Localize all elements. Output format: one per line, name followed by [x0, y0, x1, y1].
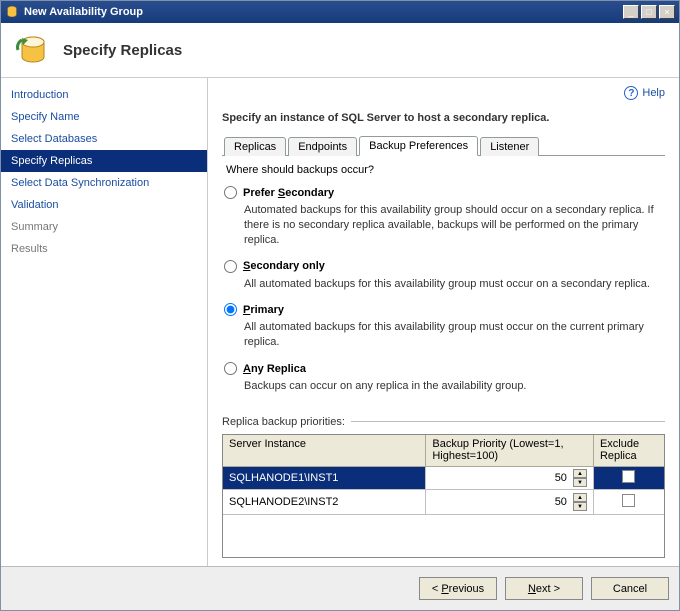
divider [351, 421, 665, 422]
instruction-text: Specify an instance of SQL Server to hos… [222, 112, 665, 124]
sidebar-item-specify-name[interactable]: Specify Name [1, 106, 207, 128]
titlebar-left: New Availability Group [5, 5, 143, 19]
backup-option-desc: All automated backups for this availabil… [244, 277, 663, 292]
sidebar-item-summary[interactable]: Summary [1, 216, 207, 238]
cell-server-instance[interactable]: SQLHANODE1\INST1 [223, 467, 426, 490]
priorities-heading: Replica backup priorities: [222, 416, 665, 428]
backup-option-label: Secondary only [243, 260, 325, 272]
backup-option-radio[interactable] [224, 260, 237, 273]
table-row[interactable]: SQLHANODE2\INST250▲▼ [223, 490, 664, 515]
help-link[interactable]: Help [642, 87, 665, 99]
backup-option: Secondary only All automated backups for … [224, 260, 663, 292]
cancel-button[interactable]: Cancel [591, 577, 669, 600]
cell-backup-priority[interactable]: 50▲▼ [426, 467, 594, 490]
priorities-grid: Server Instance Backup Priority (Lowest=… [222, 434, 665, 558]
sidebar: IntroductionSpecify NameSelect Databases… [1, 78, 208, 566]
window-title: New Availability Group [24, 6, 143, 18]
sidebar-item-introduction[interactable]: Introduction [1, 84, 207, 106]
backup-option-radio[interactable] [224, 303, 237, 316]
cell-exclude-replica[interactable] [593, 467, 664, 490]
wizard-body: IntroductionSpecify NameSelect Databases… [1, 78, 679, 566]
tab-listener[interactable]: Listener [480, 137, 539, 156]
priority-value: 50 [432, 472, 571, 484]
sidebar-item-specify-replicas[interactable]: Specify Replicas [1, 150, 207, 172]
page-title: Specify Replicas [63, 42, 182, 59]
priorities-label: Replica backup priorities: [222, 416, 345, 428]
header-icon [11, 30, 51, 70]
sidebar-item-results[interactable]: Results [1, 238, 207, 260]
close-button[interactable]: × [659, 5, 675, 19]
app-icon [5, 5, 19, 19]
backup-options: Prefer Secondary Automated backups for th… [224, 186, 663, 406]
backup-option: Prefer Secondary Automated backups for th… [224, 186, 663, 248]
sidebar-item-select-databases[interactable]: Select Databases [1, 128, 207, 150]
col-backup-priority[interactable]: Backup Priority (Lowest=1, Highest=100) [426, 435, 594, 467]
backup-option-label: Prefer Secondary [243, 187, 334, 199]
tab-replicas[interactable]: Replicas [224, 137, 286, 156]
backup-option: Primary All automated backups for this av… [224, 303, 663, 350]
backup-option-radio[interactable] [224, 186, 237, 199]
help-row: ? Help [222, 86, 665, 100]
tab-strip: ReplicasEndpointsBackup PreferencesListe… [222, 136, 665, 156]
exclude-checkbox[interactable] [622, 470, 635, 483]
cell-exclude-replica[interactable] [593, 490, 664, 515]
backup-option-radio[interactable] [224, 362, 237, 375]
cell-backup-priority[interactable]: 50▲▼ [426, 490, 594, 515]
exclude-checkbox[interactable] [622, 494, 635, 507]
col-server-instance[interactable]: Server Instance [223, 435, 426, 467]
tab-endpoints[interactable]: Endpoints [288, 137, 357, 156]
wizard-footer: < Previous Next > Cancel [1, 566, 679, 610]
previous-button[interactable]: < Previous [419, 577, 497, 600]
next-button[interactable]: Next > [505, 577, 583, 600]
spin-up-icon[interactable]: ▲ [573, 493, 587, 502]
backup-option-desc: Automated backups for this availability … [244, 203, 663, 248]
table-row[interactable]: SQLHANODE1\INST150▲▼ [223, 467, 664, 490]
wizard-header: Specify Replicas [1, 23, 679, 78]
backup-option-desc: All automated backups for this availabil… [244, 320, 663, 350]
cell-server-instance[interactable]: SQLHANODE2\INST2 [223, 490, 426, 515]
backup-option-desc: Backups can occur on any replica in the … [244, 379, 663, 394]
help-icon: ? [624, 86, 638, 100]
titlebar: New Availability Group _ □ × [1, 1, 679, 23]
tab-backup-preferences[interactable]: Backup Preferences [359, 136, 478, 156]
spin-down-icon[interactable]: ▼ [573, 502, 587, 511]
priorities-table: Server Instance Backup Priority (Lowest=… [223, 435, 664, 516]
priority-value: 50 [432, 496, 571, 508]
maximize-button[interactable]: □ [641, 5, 657, 19]
backup-option-label: Any Replica [243, 363, 306, 375]
spin-down-icon[interactable]: ▼ [573, 478, 587, 487]
spin-up-icon[interactable]: ▲ [573, 469, 587, 478]
minimize-button[interactable]: _ [623, 5, 639, 19]
backup-question: Where should backups occur? [226, 164, 665, 176]
content-pane: ? Help Specify an instance of SQL Server… [208, 78, 679, 566]
col-exclude-replica[interactable]: Exclude Replica [593, 435, 664, 467]
backup-option-label: Primary [243, 304, 284, 316]
wizard-window: New Availability Group _ □ × Specify Rep… [0, 0, 680, 611]
sidebar-item-select-data-synchronization[interactable]: Select Data Synchronization [1, 172, 207, 194]
backup-option: Any Replica Backups can occur on any repl… [224, 362, 663, 394]
window-controls: _ □ × [623, 5, 675, 19]
sidebar-item-validation[interactable]: Validation [1, 194, 207, 216]
